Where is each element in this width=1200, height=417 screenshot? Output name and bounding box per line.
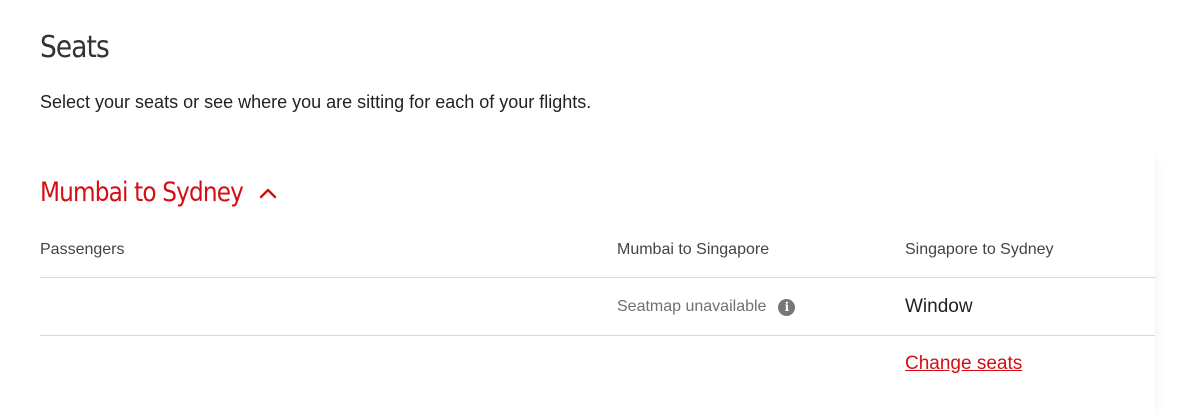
chevron-up-icon[interactable] [258,183,278,203]
trip-card: Mumbai to Sydney Passengers Mumbai to Si… [40,153,1155,417]
row-divider [40,335,1155,336]
leg1-seat-status: Seatmap unavailable i [617,298,796,316]
route-toggle[interactable]: Mumbai to Sydney [40,177,278,208]
column-header-leg1: Mumbai to Singapore [617,241,770,258]
route-title: Mumbai to Sydney [40,177,244,208]
page-subtitle: Select your seats or see where you are s… [40,92,592,112]
change-seats-link[interactable]: Change seats [905,353,1022,375]
leg2-seat-value: Window [905,296,973,317]
seatmap-unavailable-text: Seatmap unavailable [617,298,767,315]
info-icon[interactable]: i [778,298,796,316]
header-divider [40,277,1155,278]
column-header-passengers: Passengers [40,241,125,258]
seats-page: Seats Select your seats or see where you… [0,0,1200,417]
page-title: Seats [40,30,110,65]
column-header-leg2: Singapore to Sydney [905,241,1054,258]
